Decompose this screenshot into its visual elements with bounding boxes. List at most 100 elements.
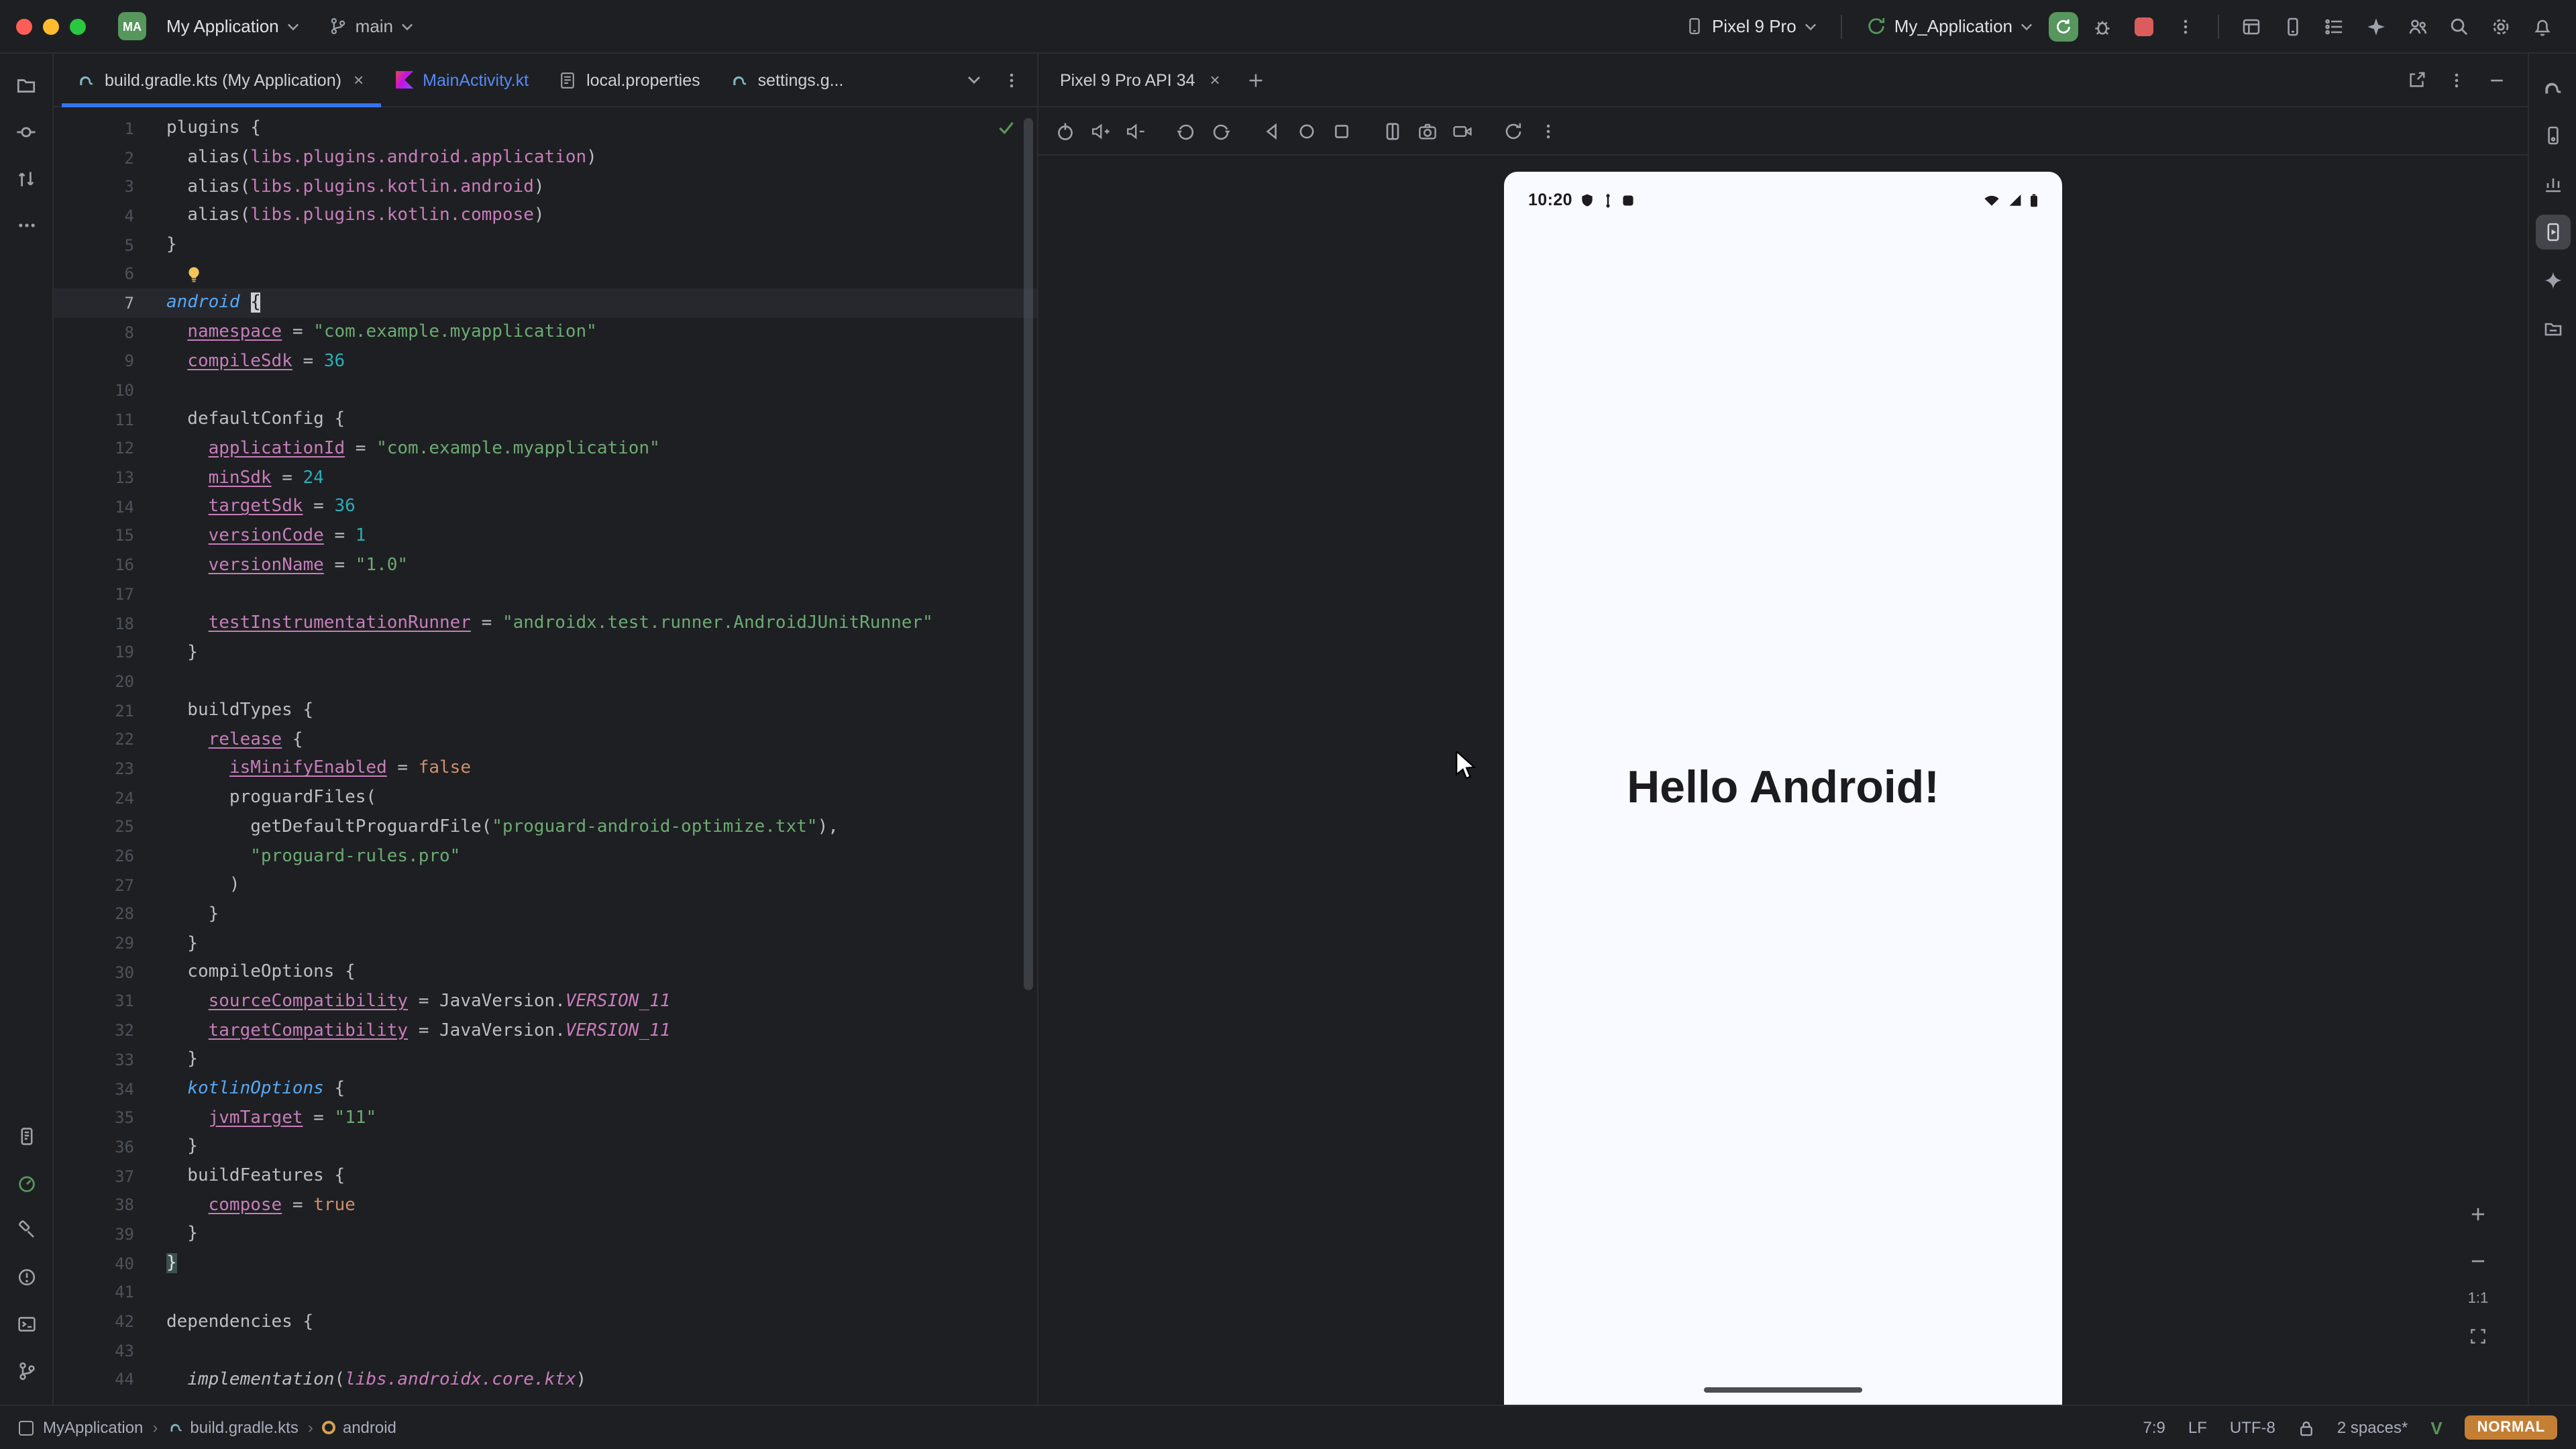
power-icon[interactable] bbox=[1049, 115, 1081, 147]
overview-icon[interactable] bbox=[1326, 115, 1358, 147]
gradle-icon[interactable] bbox=[2535, 70, 2570, 105]
code-line[interactable]: 43 bbox=[54, 1336, 1037, 1365]
code-line[interactable]: 6 bbox=[54, 260, 1037, 288]
code-line[interactable]: 27 ) bbox=[54, 871, 1037, 900]
open-in-window-button[interactable] bbox=[2399, 62, 2434, 97]
layout-inspector-button[interactable] bbox=[2234, 9, 2269, 44]
code-line[interactable]: 2 alias(libs.plugins.android.application… bbox=[54, 143, 1037, 172]
code-line[interactable]: 26 "proguard-rules.pro" bbox=[54, 841, 1037, 870]
settings-button[interactable] bbox=[2483, 9, 2518, 44]
code-editor[interactable]: 1plugins {2 alias(libs.plugins.android.a… bbox=[54, 107, 1037, 1405]
fit-to-window-icon[interactable] bbox=[2461, 1319, 2496, 1354]
emulator-screen[interactable]: 10:20 Hello Android! bbox=[1504, 172, 2062, 1405]
version-control-icon[interactable] bbox=[9, 1354, 44, 1389]
close-window-button[interactable] bbox=[16, 18, 32, 34]
stop-button[interactable] bbox=[2127, 9, 2161, 44]
running-devices-icon[interactable] bbox=[2535, 215, 2570, 250]
home-icon[interactable] bbox=[1291, 115, 1323, 147]
code-line[interactable]: 9 compileSdk = 36 bbox=[54, 347, 1037, 376]
minimize-window-button[interactable] bbox=[43, 18, 59, 34]
breadcrumb-file[interactable]: build.gradle.kts bbox=[167, 1418, 298, 1437]
ai-assistant-button[interactable] bbox=[2359, 9, 2394, 44]
device-more-icon[interactable] bbox=[1532, 115, 1564, 147]
fold-icon[interactable] bbox=[1377, 115, 1409, 147]
code-line[interactable]: 25 getDefaultProguardFile("proguard-andr… bbox=[54, 812, 1037, 841]
rotate-right-icon[interactable] bbox=[1205, 115, 1237, 147]
code-line[interactable]: 10 bbox=[54, 376, 1037, 405]
caret-position-widget[interactable]: 7:9 bbox=[2143, 1418, 2165, 1437]
code-line[interactable]: 18 testInstrumentationRunner = "androidx… bbox=[54, 608, 1037, 637]
code-line[interactable]: 41 bbox=[54, 1278, 1037, 1307]
code-line[interactable]: 8 namespace = "com.example.myapplication… bbox=[54, 318, 1037, 347]
code-line[interactable]: 33 } bbox=[54, 1045, 1037, 1074]
inspections-widget[interactable] bbox=[997, 118, 1016, 137]
lock-icon[interactable] bbox=[2298, 1419, 2314, 1436]
volume-down-icon[interactable] bbox=[1119, 115, 1151, 147]
code-line[interactable]: 14 targetSdk = 36 bbox=[54, 492, 1037, 521]
code-line[interactable]: 7android { bbox=[54, 288, 1037, 317]
code-line[interactable]: 30 compileOptions { bbox=[54, 958, 1037, 987]
volume-up-icon[interactable] bbox=[1084, 115, 1116, 147]
build-icon[interactable] bbox=[9, 1213, 44, 1248]
device-selector[interactable]: Pixel 9 Pro bbox=[1676, 11, 1826, 42]
code-line[interactable]: 32 targetCompatibility = JavaVersion.VER… bbox=[54, 1016, 1037, 1045]
commit-icon[interactable] bbox=[9, 114, 44, 149]
intention-bulb-icon[interactable] bbox=[185, 266, 203, 283]
gemini-icon[interactable] bbox=[2535, 263, 2570, 298]
zoom-window-button[interactable] bbox=[70, 18, 86, 34]
code-line[interactable]: 44 implementation(libs.androidx.core.ktx… bbox=[54, 1365, 1037, 1394]
code-line[interactable]: 17 bbox=[54, 580, 1037, 608]
code-line[interactable]: 42dependencies { bbox=[54, 1307, 1037, 1336]
close-tab-icon[interactable]: × bbox=[351, 68, 366, 91]
close-device-tab-icon[interactable]: × bbox=[1208, 68, 1223, 91]
code-line[interactable]: 24 proguardFiles( bbox=[54, 784, 1037, 812]
code-line[interactable]: 39 } bbox=[54, 1220, 1037, 1248]
problems-icon[interactable] bbox=[9, 1260, 44, 1295]
run-configuration-selector[interactable]: My_Application bbox=[1857, 11, 2042, 42]
tab-local-properties[interactable]: local.properties bbox=[543, 54, 715, 106]
more-run-actions-button[interactable] bbox=[2168, 9, 2203, 44]
terminal-icon[interactable] bbox=[9, 1307, 44, 1342]
device-manager-icon[interactable] bbox=[2535, 118, 2570, 153]
breadcrumb-project[interactable]: MyApplication bbox=[43, 1418, 143, 1437]
code-line[interactable]: 16 versionName = "1.0" bbox=[54, 551, 1037, 580]
hide-panel-button[interactable] bbox=[2479, 62, 2514, 97]
checklist-button[interactable] bbox=[2317, 9, 2352, 44]
encoding-widget[interactable]: UTF-8 bbox=[2230, 1418, 2275, 1437]
pull-requests-icon[interactable] bbox=[9, 161, 44, 196]
new-device-tab-button[interactable] bbox=[1239, 62, 1274, 97]
editor-scrollbar[interactable] bbox=[1024, 118, 1033, 990]
code-line[interactable]: 23 isMinifyEnabled = false bbox=[54, 754, 1037, 783]
code-with-me-button[interactable] bbox=[2400, 9, 2435, 44]
code-line[interactable]: 1plugins { bbox=[54, 114, 1037, 143]
ideavim-icon[interactable]: V bbox=[2430, 1417, 2442, 1438]
breadcrumb-symbol[interactable]: android bbox=[323, 1418, 396, 1437]
code-line[interactable]: 38 compose = true bbox=[54, 1191, 1037, 1220]
tab-options-button[interactable] bbox=[994, 62, 1029, 97]
line-separator-widget[interactable]: LF bbox=[2188, 1418, 2207, 1437]
zoom-in-icon[interactable] bbox=[2461, 1197, 2496, 1232]
zoom-out-icon[interactable] bbox=[2461, 1244, 2496, 1279]
project-folder-icon[interactable] bbox=[9, 67, 44, 102]
panel-options-button[interactable] bbox=[2439, 62, 2474, 97]
device-manager-button[interactable] bbox=[2275, 9, 2310, 44]
vim-mode-badge[interactable]: NORMAL bbox=[2465, 1415, 2557, 1440]
code-line[interactable]: 29 } bbox=[54, 929, 1037, 958]
tab-mainactivity[interactable]: MainActivity.kt bbox=[381, 54, 543, 106]
code-line[interactable]: 3 alias(libs.plugins.kotlin.android) bbox=[54, 172, 1037, 201]
code-line[interactable]: 13 minSdk = 24 bbox=[54, 464, 1037, 492]
code-line[interactable]: 37 buildFeatures { bbox=[54, 1162, 1037, 1191]
code-line[interactable]: 20 bbox=[54, 667, 1037, 696]
code-line[interactable]: 22 release { bbox=[54, 725, 1037, 754]
screen-record-icon[interactable] bbox=[1446, 115, 1479, 147]
app-quality-insights-icon[interactable] bbox=[2535, 166, 2570, 201]
tab-build-gradle[interactable]: build.gradle.kts (My Application) × bbox=[62, 54, 381, 106]
code-line[interactable]: 4 alias(libs.plugins.kotlin.compose) bbox=[54, 201, 1037, 230]
code-line[interactable]: 19 } bbox=[54, 638, 1037, 667]
hidden-tabs-button[interactable] bbox=[957, 62, 991, 97]
tab-settings-gradle[interactable]: settings.g... bbox=[715, 54, 859, 106]
snapshot-camera-icon[interactable] bbox=[1411, 115, 1444, 147]
code-line[interactable]: 12 applicationId = "com.example.myapplic… bbox=[54, 434, 1037, 463]
restart-icon[interactable] bbox=[1497, 115, 1529, 147]
code-line[interactable]: 40} bbox=[54, 1249, 1037, 1278]
